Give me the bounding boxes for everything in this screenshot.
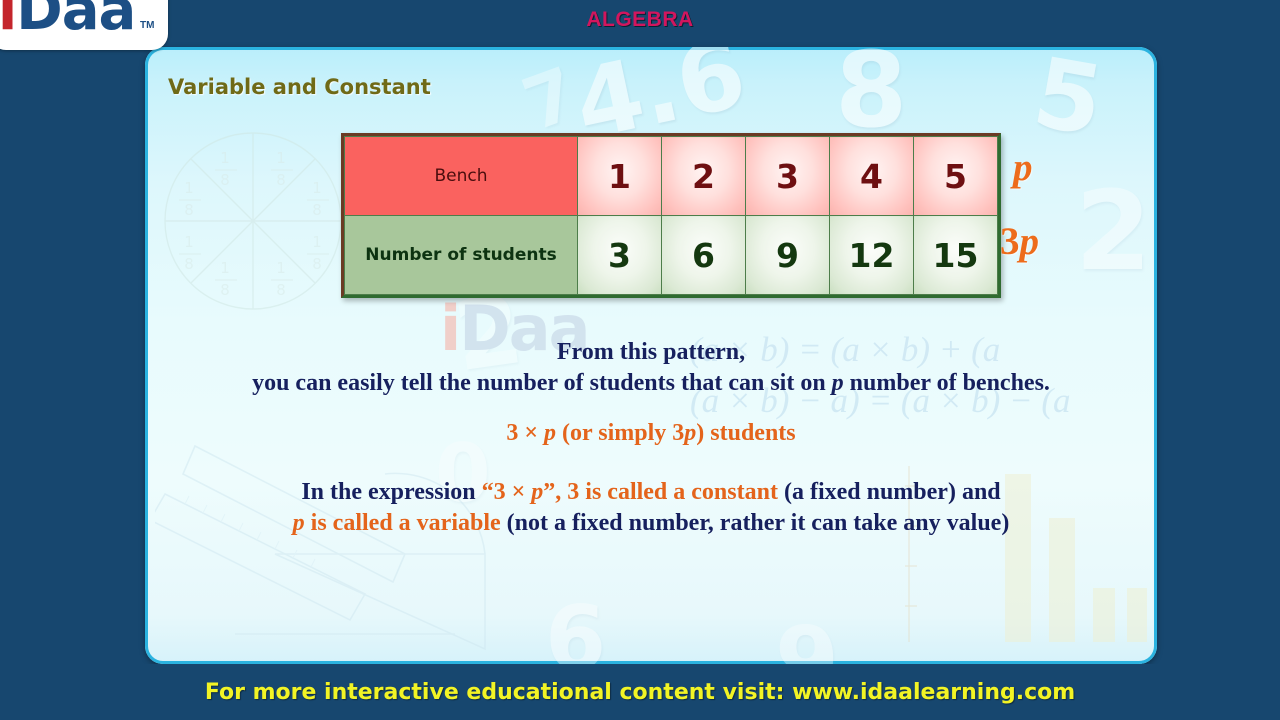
table-cell-bench: 3 xyxy=(745,136,830,216)
table-cell-students: 9 xyxy=(745,215,830,295)
bench-students-table: Bench 1 2 3 4 5 Number of students 3 6 9… xyxy=(341,133,1001,298)
expression-line-variable-1: p xyxy=(544,420,557,447)
definition-paragraph: In the expression “3 × p”, 3 is called a… xyxy=(145,477,1157,538)
content-panel: 18 18 18 18 18 18 18 18 4.6 8 5 2 7 2 6 … xyxy=(145,47,1157,664)
explanation-line-2-b: number of benches. xyxy=(843,369,1050,396)
background-number: 2 xyxy=(1075,167,1152,295)
svg-text:1: 1 xyxy=(220,259,230,277)
page-title: ALGEBRA xyxy=(586,8,694,31)
table-row: Bench 1 2 3 4 5 xyxy=(344,136,998,216)
side-label-bench-variable: p xyxy=(1013,145,1033,190)
svg-text:1: 1 xyxy=(184,233,194,251)
background-number: 5 xyxy=(1025,47,1112,158)
definition-line-2-b: (not a fixed number, rather it can take … xyxy=(500,509,1010,536)
definition-line-1-b: “3 × xyxy=(481,479,532,506)
definition-line-1: In the expression “3 × p”, 3 is called a… xyxy=(145,477,1157,508)
svg-text:1: 1 xyxy=(220,149,230,167)
logo-letters-daa: Daa xyxy=(16,0,136,43)
background-number: 9 xyxy=(775,607,840,664)
fraction-pie-watermark: 1 8 1 8 1 8 1 8 1 8 1 8 1 8 1 8 xyxy=(164,132,342,310)
definition-line-2-variable: p xyxy=(292,509,305,536)
explanation-line-2-a: you can easily tell the number of studen… xyxy=(252,369,832,396)
expression-line-a: 3 × xyxy=(506,420,545,447)
svg-text:1: 1 xyxy=(312,179,322,197)
definition-line-1-variable: p xyxy=(531,479,544,506)
definition-line-1-c: ”, 3 is called a constant xyxy=(543,479,778,506)
expression-line-variable-2: p xyxy=(684,420,697,447)
table-cell-bench: 2 xyxy=(661,136,746,216)
svg-text:8: 8 xyxy=(276,171,286,189)
expression-line-c: ) students xyxy=(696,420,796,447)
definition-line-2: p is called a variable (not a fixed numb… xyxy=(145,508,1157,539)
side-label-students-expression: 3p xyxy=(1000,219,1039,264)
svg-text:8: 8 xyxy=(276,281,286,299)
slide-stage: ALGEBRA 1 8 1 8 1 8 1 8 1 8 1 8 1 8 1 8 4.6 8 … xyxy=(0,0,1280,720)
svg-text:8: 8 xyxy=(220,171,230,189)
footer-bar: For more interactive educational content… xyxy=(0,664,1280,720)
table-row: Number of students 3 6 9 12 15 xyxy=(344,215,998,295)
svg-text:1: 1 xyxy=(276,259,286,277)
table-cell-bench: 4 xyxy=(829,136,914,216)
explanation-line-1: From this pattern, xyxy=(556,339,746,365)
table-cell-bench: 5 xyxy=(913,136,998,216)
svg-text:1: 1 xyxy=(276,149,286,167)
definition-line-1-a: In the expression xyxy=(301,479,482,506)
table-cell-students: 3 xyxy=(577,215,662,295)
explanation-text-block: From this pattern, you can easily tell t… xyxy=(145,337,1157,539)
table-cell-students: 6 xyxy=(661,215,746,295)
slide-subtitle: Variable and Constant xyxy=(168,75,431,99)
explanation-line-2-variable: p xyxy=(831,369,844,396)
svg-text:8: 8 xyxy=(184,201,194,219)
table-cell-bench: 1 xyxy=(577,136,662,216)
footer-text: For more interactive educational content… xyxy=(204,679,1076,705)
table-row-header-bench: Bench xyxy=(344,136,578,216)
expression-line-b: (or simply 3 xyxy=(556,420,685,447)
svg-text:8: 8 xyxy=(312,201,322,219)
expression-line: 3 × p (or simply 3p) students xyxy=(145,418,1157,449)
explanation-line-2: you can easily tell the number of studen… xyxy=(145,368,1157,399)
trademark-symbol: TM xyxy=(140,20,155,31)
side-label-variable: p xyxy=(1019,220,1040,263)
side-label-coefficient: 3 xyxy=(1000,220,1020,263)
background-number: 6 xyxy=(545,587,607,664)
table-row-header-students: Number of students xyxy=(344,215,578,295)
definition-line-2-a: is called a variable xyxy=(304,509,501,536)
idaa-logo: iDaa TM xyxy=(0,0,168,50)
svg-text:1: 1 xyxy=(312,233,322,251)
svg-text:8: 8 xyxy=(184,255,194,273)
svg-text:8: 8 xyxy=(220,281,230,299)
definition-line-1-d: (a fixed number) and xyxy=(777,479,1001,506)
svg-text:8: 8 xyxy=(312,255,322,273)
idaa-logo-text: iDaa xyxy=(0,0,136,43)
table-cell-students: 15 xyxy=(913,215,998,295)
svg-text:1: 1 xyxy=(184,179,194,197)
logo-letter-i: i xyxy=(0,0,17,43)
side-label-p: p xyxy=(1013,146,1033,189)
table-cell-students: 12 xyxy=(829,215,914,295)
